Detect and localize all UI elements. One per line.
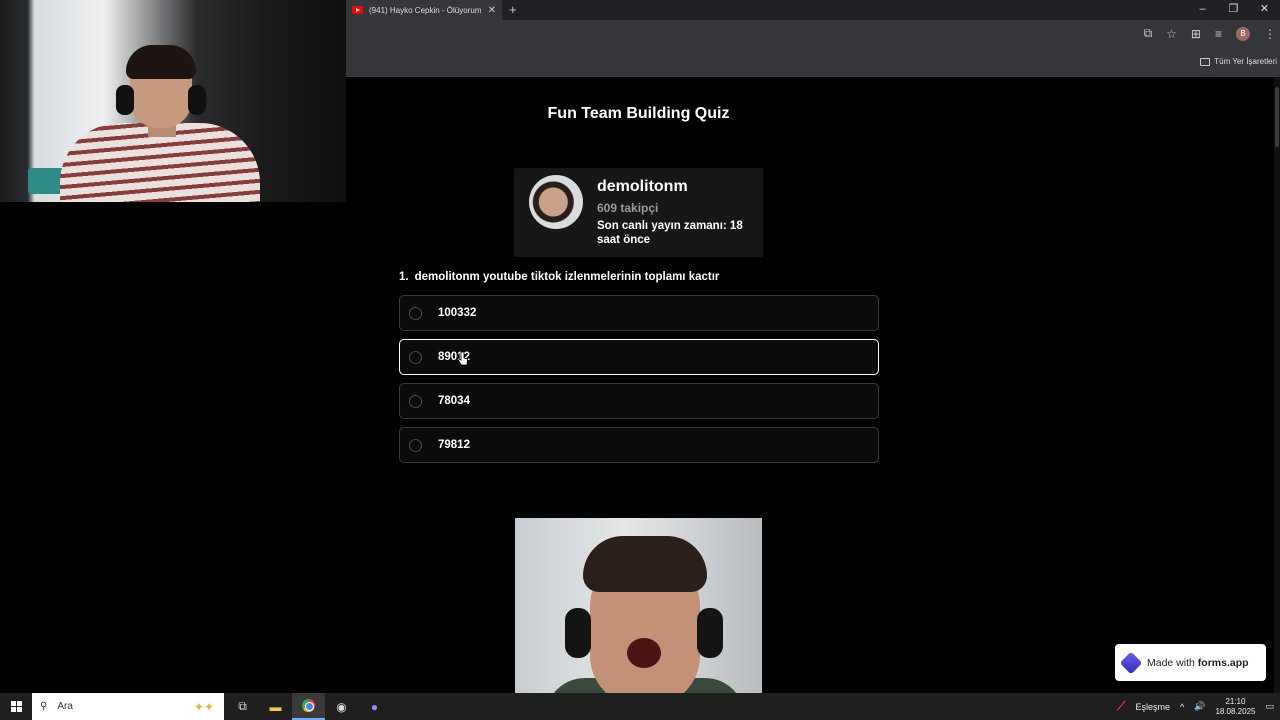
profile-avatar-image <box>529 175 583 229</box>
tab-title: (941) Hayko Cepkin - Ölüyorum <box>369 5 482 15</box>
chrome-icon[interactable] <box>292 693 325 720</box>
minimize-icon[interactable]: – <box>1187 0 1218 20</box>
radio-icon[interactable] <box>409 306 422 320</box>
extensions-icon[interactable]: ⊞ <box>1191 27 1201 41</box>
search-placeholder: Ara <box>57 701 73 712</box>
menu-kebab-icon[interactable]: ⋮ <box>1264 27 1276 41</box>
question-1: 1. demolitonm youtube tiktok izlenmeleri… <box>399 271 719 283</box>
radio-icon[interactable] <box>409 438 422 452</box>
quiz-page: Fun Team Building Quiz demolitonm 609 ta… <box>346 77 1280 693</box>
screen: (941) Hayko Cepkin - Ölüyorum ✕ + – ❐ ✕ … <box>0 0 1280 720</box>
window-controls: – ❐ ✕ <box>1187 0 1280 20</box>
youtube-icon <box>352 6 363 14</box>
windows-icon <box>10 701 22 712</box>
profile-avatar[interactable]: B <box>1236 26 1250 41</box>
question-text: demolitonm youtube tiktok izlenmelerinin… <box>414 271 720 283</box>
obs-icon[interactable]: ◉ <box>325 693 358 720</box>
answer-option-label: 100332 <box>438 307 477 319</box>
badge-text: Made with forms.app <box>1147 656 1249 669</box>
windows-taskbar: ⚲ Ara ✦✦ ⧉ ▬ ◉ ● ⟋ Eşleşme ^ 🔊 21:10 18.0… <box>0 693 1280 720</box>
made-with-forms-app-badge[interactable]: Made with forms.app <box>1115 644 1266 681</box>
task-view-icon[interactable]: ⧉ <box>226 693 259 720</box>
restore-icon[interactable]: ❐ <box>1218 0 1249 20</box>
toolbar-icons: ⧉ ☆ ⊞ ≡ B ⋮ <box>1144 26 1276 41</box>
profile-name: demolitonm <box>597 178 688 195</box>
copilot-sparkle-icon: ✦✦ <box>193 699 214 714</box>
taskbar-search[interactable]: ⚲ Ara ✦✦ <box>32 693 224 720</box>
question-number: 1. <box>399 271 409 283</box>
browser-tab-youtube[interactable]: (941) Hayko Cepkin - Ölüyorum ✕ <box>346 0 502 20</box>
close-window-icon[interactable]: ✕ <box>1249 0 1280 20</box>
streamer-figure <box>60 45 260 202</box>
bookmark-star-icon[interactable]: ☆ <box>1166 27 1177 41</box>
clock[interactable]: 21:10 18.08.2025 <box>1215 697 1255 717</box>
media-controls-icon[interactable]: ≡ <box>1215 27 1222 41</box>
system-tray: ⟋ Eşleşme ^ 🔊 21:10 18.08.2025 ▭ <box>1117 693 1280 720</box>
profile-followers: 609 takipçi <box>597 201 659 215</box>
taskbar-apps: ⧉ ▬ ◉ ● <box>226 693 391 720</box>
app-tray-icon[interactable]: ⟋ <box>1117 699 1125 714</box>
start-button[interactable] <box>0 693 32 720</box>
all-bookmarks-button[interactable]: Tüm Yer İşaretleri <box>1200 57 1277 66</box>
profile-last-live: Son canlı yayın zamanı: 18 saat önce <box>597 220 743 246</box>
chevron-up-icon[interactable]: ^ <box>1180 702 1184 712</box>
forms-app-logo-icon <box>1119 651 1143 674</box>
answer-option[interactable]: 79812 <box>399 427 879 463</box>
tab-close-icon[interactable]: ✕ <box>488 5 496 16</box>
all-bookmarks-label: Tüm Yer İşaretleri <box>1214 57 1277 66</box>
page-title: Fun Team Building Quiz <box>547 105 730 122</box>
file-explorer-icon[interactable]: ▬ <box>259 693 292 720</box>
install-app-icon[interactable]: ⧉ <box>1144 26 1153 41</box>
radio-icon[interactable] <box>409 350 422 364</box>
webcam-overlay <box>0 0 346 202</box>
notification-icon[interactable]: ▭ <box>1265 701 1274 712</box>
radio-icon[interactable] <box>409 394 422 408</box>
volume-icon[interactable]: 🔊 <box>1194 701 1205 712</box>
answer-option-hovered[interactable]: 89012 <box>399 339 879 375</box>
tray-label[interactable]: Eşleşme <box>1135 702 1170 712</box>
page-scrollbar[interactable] <box>1274 77 1280 693</box>
folder-icon <box>1200 57 1211 66</box>
question-image <box>515 518 762 693</box>
search-icon: ⚲ <box>40 701 48 712</box>
answer-option-label: 78034 <box>438 395 470 407</box>
answer-option-label: 79812 <box>438 439 470 451</box>
answer-option[interactable]: 78034 <box>399 383 879 419</box>
new-tab-button[interactable]: + <box>509 2 517 17</box>
scrollbar-thumb[interactable] <box>1275 87 1279 147</box>
discord-icon[interactable]: ● <box>358 693 391 720</box>
profile-card: demolitonm 609 takipçi Son canlı yayın z… <box>514 168 763 257</box>
answer-option[interactable]: 100332 <box>399 295 879 331</box>
